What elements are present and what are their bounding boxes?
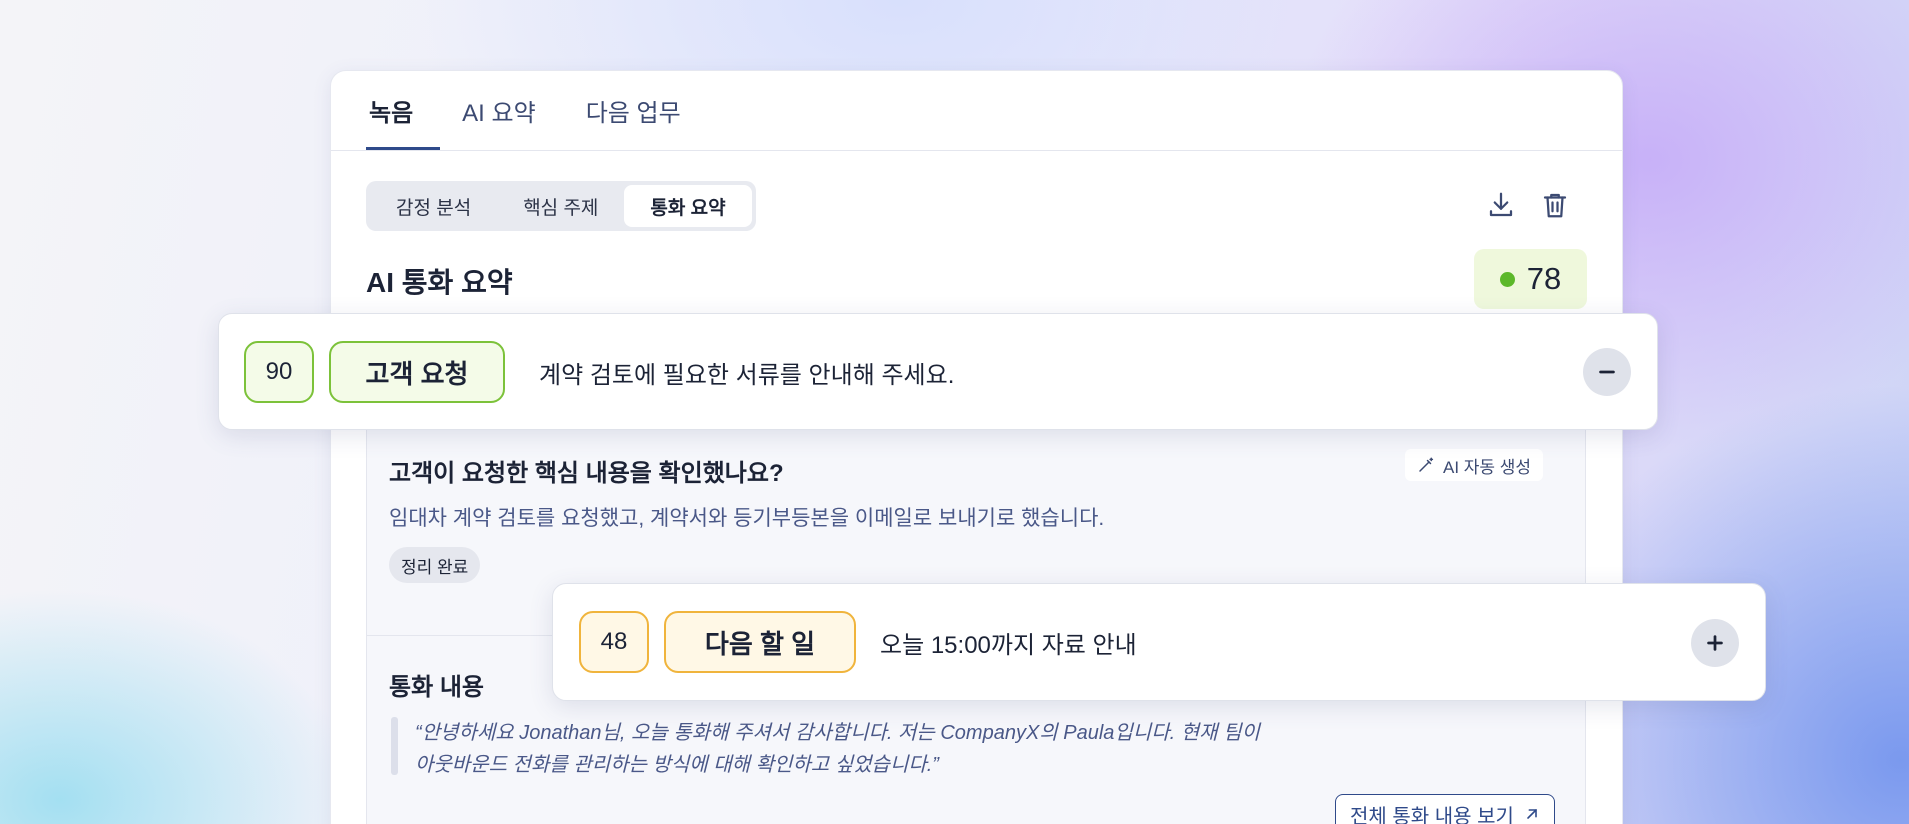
segment-call-summary[interactable]: 통화 요약 bbox=[624, 185, 752, 227]
external-arrow-icon bbox=[1527, 809, 1537, 819]
score-value: 78 bbox=[1526, 261, 1562, 296]
download-icon bbox=[1489, 192, 1513, 217]
view-full-transcript-link[interactable]: 전체 통화 내용 보기 bbox=[1335, 794, 1555, 824]
analysis-segmented-control: 감정 분석 핵심 주제 통화 요약 bbox=[366, 181, 756, 231]
task-tag-pill: 다음 할 일 bbox=[664, 611, 856, 673]
ai-generated-chip: AI 자동 생성 bbox=[1405, 449, 1544, 481]
call-transcript-quote: “안녕하세요 Jonathan님, 오늘 통화해 주셔서 감사합니다. 저는 C… bbox=[415, 717, 1415, 781]
status-dot-icon bbox=[1499, 271, 1515, 287]
segment-sentiment[interactable]: 감정 분석 bbox=[370, 185, 497, 227]
task-score-pill: 48 bbox=[579, 611, 649, 673]
floating-card-next-task: 48 다음 할 일 오늘 15:00까지 자료 안내 bbox=[552, 583, 1766, 701]
score-badge: 78 bbox=[1474, 249, 1587, 309]
download-button[interactable] bbox=[1483, 187, 1519, 223]
delete-button[interactable] bbox=[1537, 187, 1573, 223]
request-score-pill: 90 bbox=[244, 341, 314, 403]
request-tag-pill: 고객 요청 bbox=[329, 341, 505, 403]
magic-wand-icon bbox=[1419, 457, 1434, 472]
floating-card-customer-request: 90 고객 요청 계약 검토에 필요한 서류를 안내해 주세요. bbox=[218, 313, 1658, 430]
tabs-divider bbox=[331, 150, 1622, 151]
segment-key-topics[interactable]: 핵심 주제 bbox=[497, 185, 624, 227]
tab-next-tasks[interactable]: 다음 업무 bbox=[586, 71, 707, 150]
tab-recording[interactable]: 녹음 bbox=[366, 71, 462, 150]
expand-button[interactable] bbox=[1691, 619, 1739, 667]
summary-title: AI 통화 요약 bbox=[366, 267, 513, 298]
quote-bar bbox=[391, 717, 398, 775]
task-text: 오늘 15:00까지 자료 안내 bbox=[880, 632, 1137, 659]
status-badge: 정리 완료 bbox=[389, 547, 481, 583]
full-link-label: 전체 통화 내용 보기 bbox=[1350, 805, 1514, 824]
trash-icon bbox=[1543, 193, 1567, 218]
question-title: 고객이 요청한 핵심 내용을 확인했나요? bbox=[389, 460, 784, 487]
question-description: 임대차 계약 검토를 요청했고, 계약서와 등기부등본을 이메일로 보내기로 했… bbox=[389, 507, 1105, 530]
minus-icon bbox=[1599, 370, 1615, 374]
collapse-button[interactable] bbox=[1583, 348, 1631, 396]
call-content-title: 통화 내용 bbox=[389, 674, 484, 701]
quote-line-1: “안녕하세요 Jonathan님, 오늘 통화해 주셔서 감사합니다. 저는 C… bbox=[415, 722, 1260, 744]
plus-icon bbox=[1707, 635, 1723, 651]
tab-bar: 녹음 AI 요약 다음 업무 bbox=[366, 71, 707, 150]
request-text: 계약 검토에 필요한 서류를 안내해 주세요. bbox=[539, 362, 955, 389]
ai-chip-label: AI 자동 생성 bbox=[1443, 457, 1532, 477]
quote-line-2: 아웃바운드 전화를 관리하는 방식에 대해 확인하고 싶었습니다.” bbox=[415, 754, 939, 776]
tab-ai-summary[interactable]: AI 요약 bbox=[462, 71, 586, 150]
